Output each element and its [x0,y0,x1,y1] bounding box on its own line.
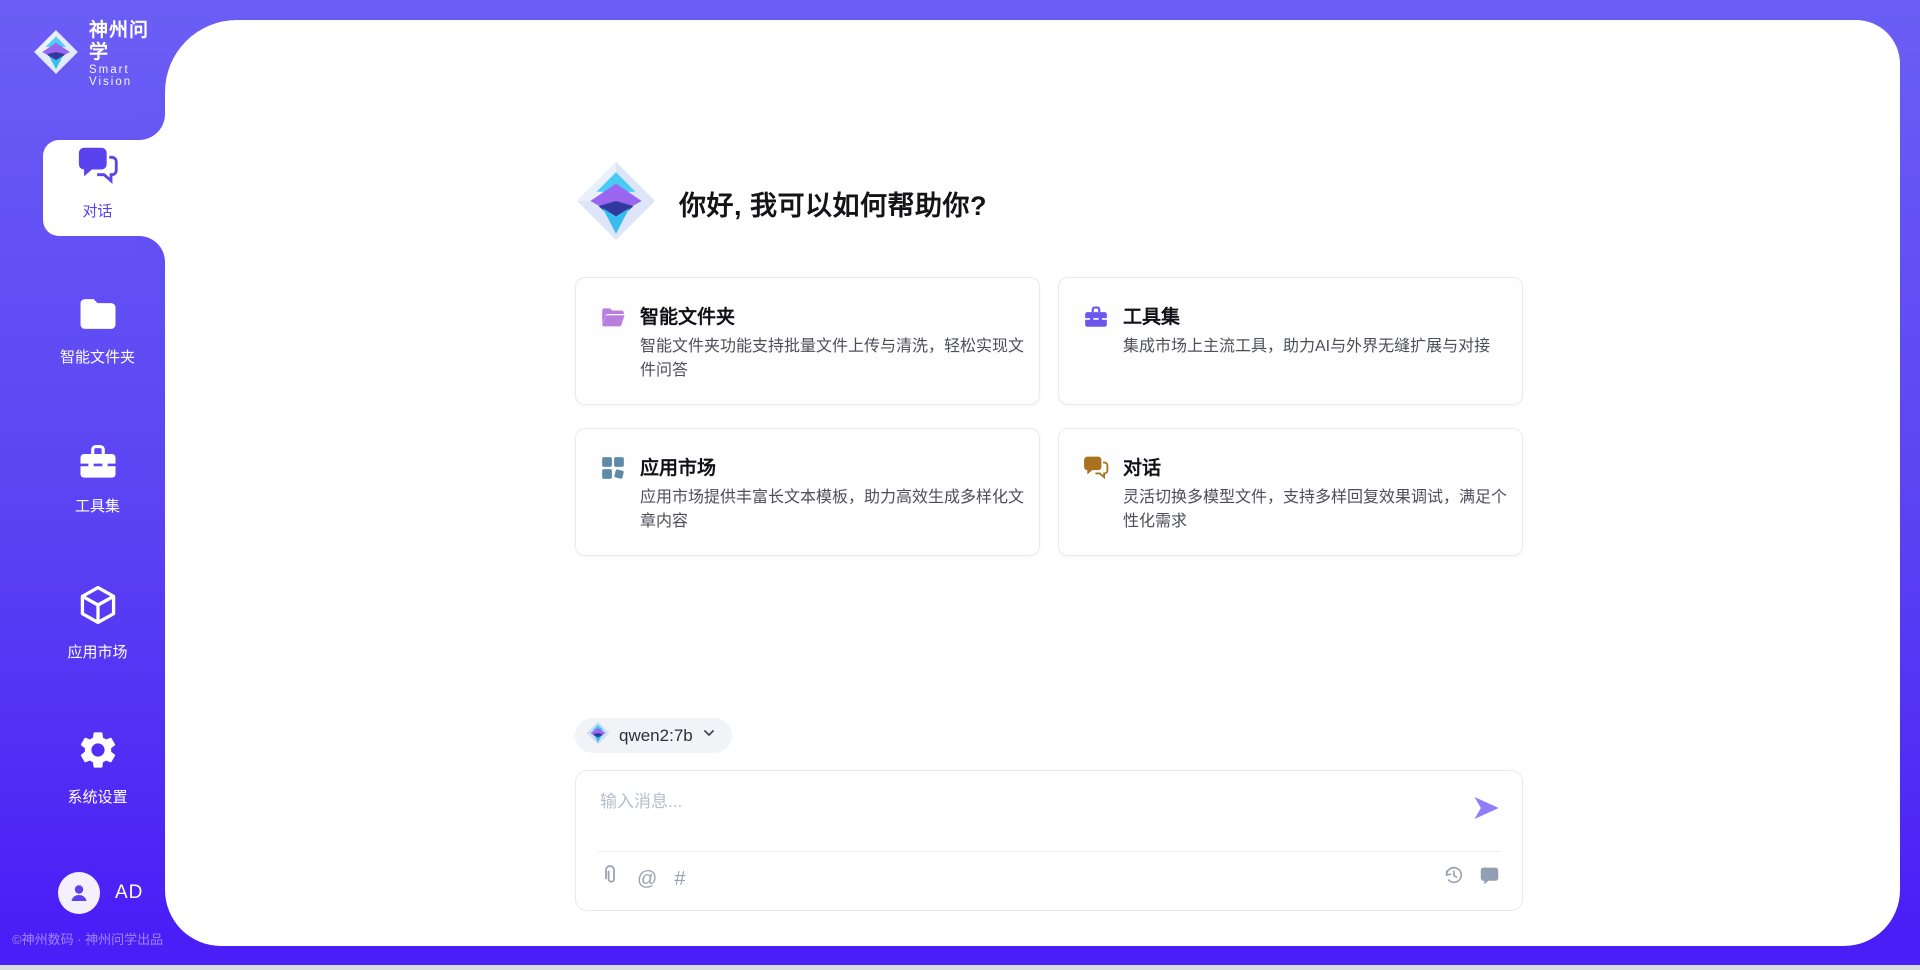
sidebar-item-label: 智能文件夹 [60,346,135,367]
chevron-down-icon [702,726,716,745]
model-name: qwen2:7b [619,726,693,746]
card-title: 应用市场 [640,453,716,480]
message-input[interactable] [600,787,1450,845]
card-app-market[interactable]: 应用市场 应用市场提供丰富长文本模板，助力高效生成多样化文章内容 [575,428,1040,556]
mention-button[interactable]: @ [637,868,657,890]
user-initials: AD [115,882,143,904]
card-title: 对话 [1123,453,1161,480]
feature-cards: 智能文件夹 智能文件夹功能支持批量文件上传与清洗，轻松实现文件问答 工具集 集成… [575,277,1523,556]
tab-fillet-top [139,114,165,140]
sidebar-item-label: 应用市场 [67,641,127,662]
hash-icon: # [674,868,685,890]
sidebar-item-label: 工具集 [75,495,120,516]
avatar[interactable] [58,872,100,914]
card-description: 应用市场提供丰富长文本模板，助力高效生成多样化文章内容 [640,486,1024,534]
message-composer: @ # [575,770,1523,911]
brand-diamond-icon [33,29,79,80]
history-clock-icon [1442,864,1464,891]
grid-icon [600,455,626,481]
chat-icon [77,146,119,191]
model-diamond-icon [586,721,610,750]
at-icon: @ [637,868,657,890]
paperclip-icon [600,864,620,893]
copyright-text: ©神州数码 · 神州问学出品 [12,929,232,948]
sidebar-item-toolkit[interactable]: 工具集 [20,441,175,516]
briefcase-icon [1083,304,1109,330]
app-title: 神州问学 [89,20,165,64]
card-description: 集成市场上主流工具，助力AI与外界无缝扩展与对接 [1123,335,1507,359]
feedback-button[interactable] [1479,865,1500,891]
screen-bottom-edge [0,965,1920,970]
sidebar-item-label: 系统设置 [67,786,127,807]
sidebar-item-smart-folder[interactable]: 智能文件夹 [20,296,175,367]
greeting: 你好, 我可以如何帮助你? [575,160,987,247]
tab-fillet-bottom [139,236,165,262]
card-title: 智能文件夹 [640,302,735,329]
sidebar-item-app-market[interactable]: 应用市场 [20,583,175,662]
chat-bubble-icon [1479,865,1500,891]
folder-open-icon [600,304,626,330]
model-selector[interactable]: qwen2:7b [575,718,732,753]
history-button[interactable] [1442,864,1464,891]
chat-icon [1083,455,1109,481]
card-title: 工具集 [1123,302,1180,329]
gear-icon [76,728,120,777]
topic-button[interactable]: # [674,868,685,890]
greeting-text: 你好, 我可以如何帮助你? [679,184,987,223]
composer-divider [598,851,1500,852]
card-description: 灵活切换多模型文件，支持多样回复效果调试，满足个性化需求 [1123,486,1507,534]
card-description: 智能文件夹功能支持批量文件上传与清洗，轻松实现文件问答 [640,335,1024,383]
card-chat[interactable]: 对话 灵活切换多模型文件，支持多样回复效果调试，满足个性化需求 [1058,428,1523,556]
card-smart-folder[interactable]: 智能文件夹 智能文件夹功能支持批量文件上传与清洗，轻松实现文件问答 [575,277,1040,405]
sidebar: 神州问学 Smart Vision 对话 智能文件夹 [0,0,165,970]
sidebar-item-chat[interactable]: 对话 [20,146,175,221]
card-toolkit[interactable]: 工具集 集成市场上主流工具，助力AI与外界无缝扩展与对接 [1058,277,1523,405]
send-button[interactable] [1470,793,1502,825]
attach-file-button[interactable] [600,864,620,893]
user-account[interactable]: AD [58,872,143,914]
greeting-diamond-icon [575,160,657,247]
sidebar-item-label: 对话 [82,200,112,221]
app-logo: 神州问学 Smart Vision [33,20,165,88]
briefcase-icon [77,441,119,486]
app-tagline: Smart Vision [89,64,165,88]
folder-icon [77,296,119,337]
sidebar-item-settings[interactable]: 系统设置 [20,728,175,807]
cube-icon [76,583,120,632]
